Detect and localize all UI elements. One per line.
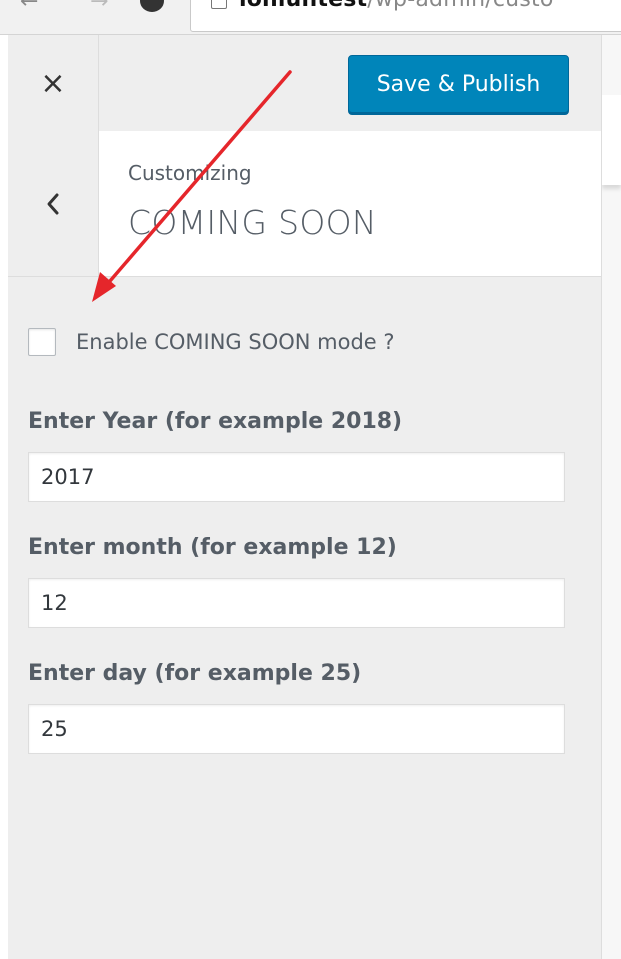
preview-header [602,95,621,185]
back-button[interactable] [8,131,99,276]
year-control: Enter Year (for example 2018) [28,409,568,502]
forward-arrow-icon[interactable]: → [90,0,108,14]
close-icon: × [40,65,66,101]
page-icon [211,0,227,9]
customizer-sidebar: × Save & Publish Customizing COMING SOON… [8,35,602,959]
enable-mode-label[interactable]: Enable COMING SOON mode ? [76,330,395,354]
day-control: Enter day (for example 25) [28,661,568,754]
save-publish-button[interactable]: Save & Publish [348,55,569,113]
section-title: COMING SOON [128,203,377,242]
customizer-screen: ← → ionluntest/wp-admin/custo × Save & P… [0,0,621,959]
year-label: Enter Year (for example 2018) [28,409,403,434]
browser-toolbar: ← → ionluntest/wp-admin/custo [0,0,621,35]
month-label: Enter month (for example 12) [28,535,397,560]
reload-icon[interactable] [140,0,164,12]
url-path: /wp-admin/custo [367,0,553,12]
customizer-header: × Save & Publish [8,35,601,132]
url-domain: ionluntest [239,0,367,12]
address-bar[interactable]: ionluntest/wp-admin/custo [190,0,621,32]
day-label: Enter day (for example 25) [28,661,362,686]
section-header: Customizing COMING SOON [8,131,601,277]
back-arrow-icon[interactable]: ← [20,0,38,14]
month-control: Enter month (for example 12) [28,535,568,628]
enable-mode-checkbox[interactable] [28,328,56,356]
month-input[interactable] [28,578,565,628]
site-preview[interactable] [602,35,621,959]
year-input[interactable] [28,452,565,502]
url-text: ionluntest/wp-admin/custo [239,0,553,12]
chevron-left-icon [47,193,59,214]
day-input[interactable] [28,704,565,754]
breadcrumb: Customizing [128,161,252,185]
section-controls: Enable COMING SOON mode ? Enter Year (fo… [28,325,568,754]
close-button[interactable]: × [8,35,99,131]
enable-mode-control: Enable COMING SOON mode ? [28,325,568,359]
